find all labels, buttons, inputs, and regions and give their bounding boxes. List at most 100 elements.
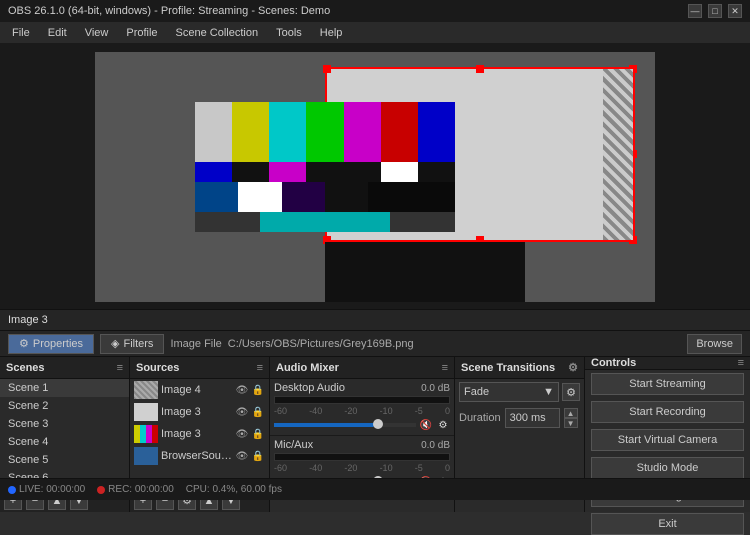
transition-type-select[interactable]: Fade ▼ — [459, 382, 559, 402]
sources-header: Sources ≡ — [130, 357, 269, 379]
mic-audio-label: Mic/Aux — [274, 439, 313, 451]
duration-input[interactable]: 300 ms — [505, 408, 560, 428]
cpu-status: CPU: 0.4%, 60.00 fps — [186, 484, 282, 495]
desktop-mute-button[interactable]: 🔇 — [419, 418, 433, 432]
live-status: LIVE: 00:00:00 — [8, 484, 85, 495]
start-virtual-camera-button[interactable]: Start Virtual Camera — [591, 429, 744, 451]
start-recording-button[interactable]: Start Recording — [591, 401, 744, 423]
duration-up-button[interactable]: ▲ — [564, 408, 578, 418]
transition-type-row: Fade ▼ ⚙ — [455, 379, 584, 405]
lock-icon-3[interactable]: 🔒 — [251, 427, 265, 441]
source-item-1[interactable]: Image 4 👁 🔒 — [130, 379, 269, 401]
source-info-label: Image 3 — [8, 314, 48, 326]
color-bars-top — [195, 102, 455, 162]
scenes-header: Scenes ≡ — [0, 357, 129, 379]
duration-row: Duration 300 ms ▲ ▼ — [455, 405, 584, 431]
properties-bar: ⚙ Properties ◈ Filters Image File C:/Use… — [0, 331, 750, 357]
scene-item-5[interactable]: Scene 5 — [0, 451, 129, 469]
minimize-button[interactable]: — — [688, 4, 702, 18]
menu-edit[interactable]: Edit — [40, 25, 75, 41]
properties-button[interactable]: ⚙ Properties — [8, 334, 94, 354]
source-item-3[interactable]: Image 3 👁 🔒 — [130, 423, 269, 445]
source-name-4: BrowserSource — [161, 450, 232, 462]
menubar: File Edit View Profile Scene Collection … — [0, 22, 750, 44]
menu-view[interactable]: View — [77, 25, 117, 41]
studio-mode-button[interactable]: Studio Mode — [591, 457, 744, 479]
transitions-header-icon[interactable]: ⚙ — [568, 361, 578, 374]
mic-audio-meter — [274, 453, 450, 461]
menu-help[interactable]: Help — [312, 25, 351, 41]
image-file-label: Image File — [170, 338, 221, 350]
duration-label: Duration — [459, 412, 501, 424]
cb-red — [381, 102, 418, 162]
chevron-down-icon: ▼ — [543, 386, 554, 398]
desktop-audio-label: Desktop Audio — [274, 382, 345, 394]
visibility-icon-4[interactable]: 👁 — [235, 449, 249, 463]
maximize-button[interactable]: □ — [708, 4, 722, 18]
handle-tm[interactable] — [476, 65, 484, 73]
scenes-header-icon[interactable]: ≡ — [117, 362, 123, 374]
scene-item-2[interactable]: Scene 2 — [0, 397, 129, 415]
browse-button[interactable]: Browse — [687, 334, 742, 354]
close-button[interactable]: ✕ — [728, 4, 742, 18]
desktop-audio-meter — [274, 396, 450, 404]
source-name-3: Image 3 — [161, 428, 232, 440]
desktop-slider-handle — [373, 419, 383, 429]
visibility-icon-3[interactable]: 👁 — [235, 427, 249, 441]
source-icons-4: 👁 🔒 — [235, 449, 265, 463]
rec-status: REC: 00:00:00 — [97, 484, 174, 495]
exit-button[interactable]: Exit — [591, 513, 744, 535]
title-text: OBS 26.1.0 (64-bit, windows) - Profile: … — [8, 5, 330, 17]
handle-br[interactable] — [629, 236, 637, 244]
source-name-1: Image 4 — [161, 384, 232, 396]
audio-header-icon[interactable]: ≡ — [442, 362, 448, 374]
desktop-audio-controls: 🔇 ⚙ — [274, 418, 450, 432]
titlebar: OBS 26.1.0 (64-bit, windows) - Profile: … — [0, 0, 750, 22]
start-streaming-button[interactable]: Start Streaming — [591, 373, 744, 395]
duration-arrows: ▲ ▼ — [564, 408, 578, 428]
cb-cyan — [269, 102, 306, 162]
live-dot — [8, 486, 16, 494]
duration-down-button[interactable]: ▼ — [564, 418, 578, 428]
gear-icon: ⚙ — [19, 337, 29, 350]
cb-magenta — [344, 102, 381, 162]
menu-tools[interactable]: Tools — [268, 25, 310, 41]
source-info-bar: Image 3 — [0, 309, 750, 331]
scene-item-1[interactable]: Scene 1 — [0, 379, 129, 397]
handle-mr[interactable] — [629, 150, 637, 158]
canvas-preview[interactable] — [95, 52, 655, 302]
source-item-4[interactable]: BrowserSource 👁 🔒 — [130, 445, 269, 467]
cb-yellow — [232, 102, 269, 162]
source-icons-1: 👁 🔒 — [235, 383, 265, 397]
rec-label: REC: 00:00:00 — [108, 484, 174, 495]
handle-tr[interactable] — [629, 65, 637, 73]
desktop-audio-db: 0.0 dB — [421, 383, 450, 394]
transition-settings-button[interactable]: ⚙ — [562, 383, 580, 401]
black-box — [325, 242, 525, 302]
controls-header-icon[interactable]: ≡ — [738, 357, 744, 369]
lock-icon-1[interactable]: 🔒 — [251, 383, 265, 397]
visibility-icon-2[interactable]: 👁 — [235, 405, 249, 419]
statusbar: LIVE: 00:00:00 REC: 00:00:00 CPU: 0.4%, … — [0, 478, 750, 500]
sources-list: Image 4 👁 🔒 Image 3 👁 🔒 Image 3 👁 — [130, 379, 269, 488]
scene-item-4[interactable]: Scene 4 — [0, 433, 129, 451]
source-item-2[interactable]: Image 3 👁 🔒 — [130, 401, 269, 423]
scene-item-3[interactable]: Scene 3 — [0, 415, 129, 433]
lock-icon-4[interactable]: 🔒 — [251, 449, 265, 463]
audio-channel-desktop: Desktop Audio 0.0 dB -60-40-20-10-50 🔇 ⚙ — [270, 379, 454, 436]
filters-button[interactable]: ◈ Filters — [100, 334, 164, 354]
menu-profile[interactable]: Profile — [118, 25, 165, 41]
titlebar-controls: — □ ✕ — [688, 4, 742, 18]
transitions-header: Scene Transitions ⚙ — [455, 357, 584, 379]
sources-header-icon[interactable]: ≡ — [257, 362, 263, 374]
source-thumb-image4 — [134, 381, 158, 399]
lock-icon-2[interactable]: 🔒 — [251, 405, 265, 419]
visibility-icon-1[interactable]: 👁 — [235, 383, 249, 397]
desktop-volume-slider[interactable] — [274, 423, 416, 427]
desktop-cog-button[interactable]: ⚙ — [436, 418, 450, 432]
rec-dot — [97, 486, 105, 494]
menu-file[interactable]: File — [4, 25, 38, 41]
handle-tl[interactable] — [323, 65, 331, 73]
cpu-label: CPU: 0.4%, 60.00 fps — [186, 484, 282, 495]
menu-scene-collection[interactable]: Scene Collection — [168, 25, 267, 41]
